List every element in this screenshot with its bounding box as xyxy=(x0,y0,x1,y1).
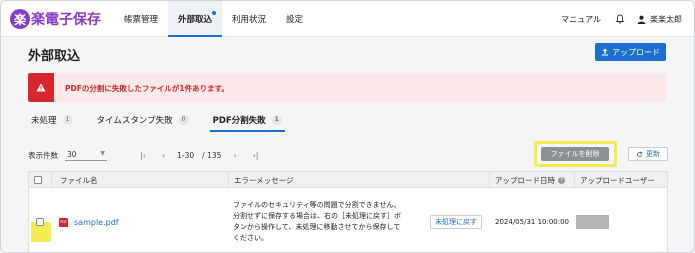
page-title: 外部取込 xyxy=(28,49,81,64)
redacted-user xyxy=(576,215,609,229)
tab-label: PDF分割失敗 xyxy=(212,116,266,126)
th-file[interactable]: ファイル名 xyxy=(51,172,228,188)
page-range: 1-30 xyxy=(177,150,195,160)
th-date[interactable]: アップロード日時 ? xyxy=(489,172,574,188)
nav-label: 設定 xyxy=(286,15,304,25)
alert-message: PDFの分割に失敗したファイルが1件あります。 xyxy=(65,84,229,93)
page-total: / 135 xyxy=(202,150,222,160)
th-user[interactable]: アップロードユーザー xyxy=(574,172,667,188)
error-line: 分割せずに保存する場合は、右の［未処理に戻す］ボ xyxy=(233,212,401,220)
file-link[interactable]: sample.pdf xyxy=(74,218,119,227)
user-menu[interactable]: 楽楽太郎 xyxy=(637,14,682,25)
logo[interactable]: 楽 楽電子保存 xyxy=(10,9,101,29)
refresh-button[interactable]: 更新 xyxy=(628,147,668,161)
tab-pdf-split-failed[interactable]: PDF分割失敗 1 xyxy=(209,111,285,132)
upload-date: 2024/05/31 10:00:00 xyxy=(495,218,570,226)
help-icon[interactable]: ? xyxy=(558,176,565,184)
first-page-icon[interactable]: |‹ xyxy=(140,151,146,160)
main-nav: 帳票管理 外部取込 利用状況 設定 xyxy=(114,1,313,37)
nav-label: 外部取込 xyxy=(178,15,213,25)
nav-item-settings[interactable]: 設定 xyxy=(276,1,313,37)
logo-text: 楽電子保存 xyxy=(31,12,101,28)
row-checkbox[interactable] xyxy=(36,218,44,226)
next-page-icon[interactable]: › xyxy=(233,151,236,160)
per-page-label: 表示件数 xyxy=(28,150,58,160)
user-cell xyxy=(576,189,666,252)
bell-icon[interactable] xyxy=(615,14,625,24)
app-window: 楽 楽電子保存 帳票管理 外部取込 利用状況 設定 マニュアル 楽楽太郎 外部取… xyxy=(0,0,695,253)
table-header: ファイル名 エラーメッセージ アップロード日時 ? アップロードユーザー xyxy=(29,172,667,188)
tab-label: タイムスタンプ失敗 xyxy=(96,116,173,126)
error-message: ファイルのセキュリティ等の問題で分割できません。 分割せずに保存する場合は、右の… xyxy=(233,200,401,244)
error-line: ください。 xyxy=(233,234,268,242)
status-tabs: 未処理 1 タイムスタンプ失敗 0 PDF分割失敗 1 xyxy=(28,111,303,132)
error-cell: ファイルのセキュリティ等の問題で分割できません。 分割せずに保存する場合は、右の… xyxy=(233,189,428,252)
nav-item-usage[interactable]: 利用状況 xyxy=(222,1,276,37)
tab-unprocessed[interactable]: 未処理 1 xyxy=(28,111,76,129)
nav-item-forms[interactable]: 帳票管理 xyxy=(114,1,168,37)
nav-item-import[interactable]: 外部取込 xyxy=(168,1,223,37)
last-page-icon[interactable]: ›| xyxy=(253,151,259,160)
user-name: 楽楽太郎 xyxy=(650,14,682,24)
error-line: タンから操作して、未処理に移動させてから保存して xyxy=(233,223,401,231)
th-error[interactable]: エラーメッセージ xyxy=(228,172,489,188)
tab-count: 0 xyxy=(178,115,189,125)
restore-to-unprocessed-button[interactable]: 未処理に戻す xyxy=(430,215,482,229)
per-page-select[interactable]: 30 ▼ xyxy=(65,150,107,161)
pdf-file-icon: PDF xyxy=(59,217,68,227)
th-date-label: アップロード日時 xyxy=(495,175,555,185)
delete-file-button[interactable]: ファイルを削除 xyxy=(541,147,609,161)
chevron-down-icon: ▼ xyxy=(100,149,105,157)
logo-mark: 楽 xyxy=(10,9,30,29)
header-actions: マニュアル 楽楽太郎 xyxy=(561,1,682,37)
file-cell: PDF sample.pdf xyxy=(59,189,229,252)
error-line: ファイルのセキュリティ等の問題で分割できません。 xyxy=(233,201,401,209)
upload-label: アップロード xyxy=(612,47,660,57)
select-all-cell xyxy=(29,172,51,188)
top-bar: 楽 楽電子保存 帳票管理 外部取込 利用状況 設定 マニュアル 楽楽太郎 xyxy=(1,1,694,37)
nav-label: 帳票管理 xyxy=(124,15,159,25)
manual-link[interactable]: マニュアル xyxy=(561,14,601,25)
prev-page-icon[interactable]: ‹ xyxy=(162,151,165,160)
refresh-label: 更新 xyxy=(646,150,660,158)
warning-icon xyxy=(28,73,54,102)
failed-files-table: ファイル名 エラーメッセージ アップロード日時 ? アップロードユーザー PDF… xyxy=(28,171,668,252)
date-cell: 2024/05/31 10:00:00 xyxy=(495,189,575,252)
refresh-icon xyxy=(636,150,643,157)
user-icon xyxy=(637,15,646,24)
row-checkbox-cell xyxy=(36,189,48,252)
tab-count: 1 xyxy=(62,115,73,125)
select-all-checkbox[interactable] xyxy=(34,176,42,184)
table-row: PDF sample.pdf ファイルのセキュリティ等の問題で分割できません。 … xyxy=(29,189,667,252)
upload-icon xyxy=(602,48,608,56)
notification-dot xyxy=(212,11,217,15)
tab-timestamp-failed[interactable]: タイムスタンプ失敗 0 xyxy=(94,111,192,129)
tab-count: 1 xyxy=(271,115,282,125)
error-alert: PDFの分割に失敗したファイルが1件あります。 xyxy=(28,73,667,102)
nav-label: 利用状況 xyxy=(232,15,267,25)
action-cell: 未処理に戻す xyxy=(430,189,488,252)
per-page-value: 30 xyxy=(67,149,77,159)
tab-label: 未処理 xyxy=(31,116,57,126)
upload-button[interactable]: アップロード xyxy=(595,43,666,61)
